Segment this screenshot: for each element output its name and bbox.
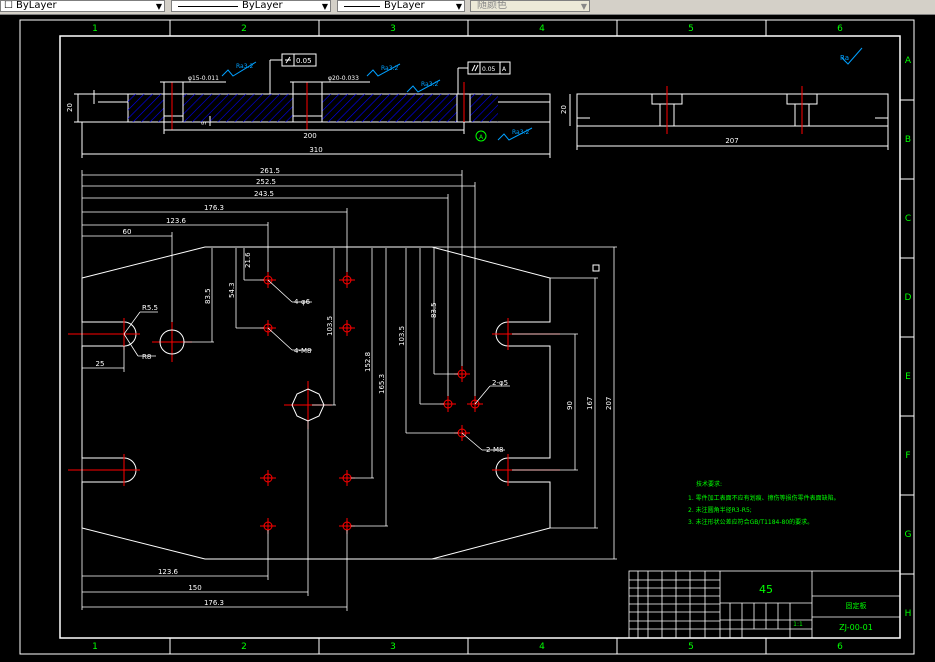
col-label-top: 5 bbox=[688, 24, 694, 34]
row-label: A bbox=[905, 56, 912, 66]
dim-261-5: 261.5 bbox=[260, 167, 280, 175]
layer-combo-value: ByLayer bbox=[16, 0, 57, 11]
dim-165-3: 165.3 bbox=[378, 374, 386, 394]
roughness-label: Ra3.2 bbox=[512, 129, 529, 136]
dim-152-8: 152.8 bbox=[364, 352, 372, 372]
hole-callout-left: φ15-0.011 bbox=[188, 75, 219, 82]
material-label: 45 bbox=[759, 583, 773, 596]
chevron-down-icon[interactable]: ▼ bbox=[456, 1, 462, 11]
holes-4-phi6: 4-φ6 bbox=[294, 298, 311, 306]
side-thickness-dim: 20 bbox=[560, 105, 568, 114]
dim-150: 150 bbox=[188, 584, 201, 592]
col-label-bottom: 5 bbox=[688, 642, 694, 652]
lineweight-preview bbox=[344, 6, 380, 7]
general-roughness-symbol: Ra bbox=[840, 47, 863, 65]
dim-21-6: 21.6 bbox=[244, 252, 252, 268]
plotstyle-combo[interactable]: 随颜色 ▼ bbox=[470, 0, 590, 12]
layer-combo[interactable]: ☐ ByLayer ▼ bbox=[0, 0, 165, 12]
roughness-label: Ra3.2 bbox=[236, 63, 253, 70]
row-label: G bbox=[905, 530, 912, 540]
lineweight-combo-value: ByLayer bbox=[384, 0, 425, 11]
plotstyle-combo-value: 随颜色 bbox=[477, 0, 507, 11]
col-label-bottom: 6 bbox=[837, 642, 843, 652]
dim-103-5-mid: 103.5 bbox=[326, 316, 334, 336]
hole-callout-right: φ20-0.033 bbox=[328, 75, 359, 82]
dim-310: 310 bbox=[309, 146, 322, 154]
roughness-label: Ra3.2 bbox=[381, 65, 398, 72]
row-label: H bbox=[905, 609, 912, 619]
drawing-canvas[interactable]: 1 2 3 4 5 6 1 2 3 4 5 6 A B C D E F G H … bbox=[0, 14, 935, 662]
dim-176-3-bot: 176.3 bbox=[204, 599, 224, 607]
linetype-combo-value: ByLayer bbox=[242, 0, 283, 11]
radius-5-5: R5.5 bbox=[142, 304, 158, 312]
col-label-bottom: 1 bbox=[92, 642, 98, 652]
properties-toolbar: ☐ ByLayer ▼ ByLayer ▼ ByLayer ▼ 随颜色 ▼ bbox=[0, 0, 935, 15]
col-label-top: 6 bbox=[837, 24, 843, 34]
linetype-combo[interactable]: ByLayer ▼ bbox=[171, 0, 331, 12]
tech-notes-title: 技术要求: bbox=[696, 480, 722, 488]
small-dim: 5 bbox=[201, 121, 208, 125]
title-block-text: 45 固定板 ZJ-00-01 1:1 bbox=[759, 583, 873, 632]
col-label-top: 3 bbox=[390, 24, 396, 34]
dim-176-3: 176.3 bbox=[204, 204, 224, 212]
svg-text:Ra: Ra bbox=[840, 54, 849, 62]
col-label-top: 2 bbox=[241, 24, 247, 34]
dim-252-5: 252.5 bbox=[256, 178, 276, 186]
dim-200: 200 bbox=[303, 132, 316, 140]
tech-note-item: 3. 未注形状公差应符合GB/T1184-80的要求。 bbox=[688, 518, 813, 526]
drawing-number: ZJ-00-01 bbox=[839, 623, 873, 632]
plan-view bbox=[81, 246, 600, 560]
technical-notes: 技术要求: 1. 零件加工表面不应有划痕、擦伤等损伤零件表面缺陷。 2. 未注圆… bbox=[688, 480, 840, 526]
holes-2-m8: 2-M8 bbox=[486, 446, 503, 454]
row-label: F bbox=[905, 451, 910, 461]
dim-123-6-bot: 123.6 bbox=[158, 568, 179, 576]
dim-83-5-right: 83.5 bbox=[430, 302, 438, 318]
col-label-bottom: 3 bbox=[390, 642, 396, 652]
row-label: B bbox=[905, 135, 911, 145]
col-label-top: 1 bbox=[92, 24, 98, 34]
col-label-bottom: 2 bbox=[241, 642, 247, 652]
parallelism-datum: A bbox=[502, 66, 507, 73]
section-view: Ra3.2 Ra3.2 Ra3.2 Ra3.2 0.05 0.05 A φ15-… bbox=[66, 53, 551, 158]
row-label: D bbox=[905, 293, 912, 303]
lineweight-combo[interactable]: ByLayer ▼ bbox=[337, 0, 465, 12]
radius-8: R8 bbox=[142, 353, 151, 361]
dim-103-5-right: 103.5 bbox=[398, 326, 406, 346]
scale-label: 1:1 bbox=[793, 621, 803, 628]
thickness-dim: 20 bbox=[66, 103, 74, 112]
dim-83-5-left: 83.5 bbox=[204, 288, 212, 304]
chevron-down-icon[interactable]: ▼ bbox=[581, 1, 587, 11]
dim-25: 25 bbox=[96, 360, 105, 368]
row-label: C bbox=[905, 214, 911, 224]
chevron-down-icon[interactable]: ▼ bbox=[322, 1, 328, 11]
side-length-dim: 207 bbox=[725, 137, 738, 145]
holes-4-m8: 4-M8 bbox=[294, 347, 311, 355]
tech-note-item: 2. 未注圆角半径R3-R5; bbox=[688, 506, 752, 514]
dim-60: 60 bbox=[123, 228, 132, 236]
layer-color-swatch: ☐ bbox=[4, 0, 13, 11]
dim-207: 207 bbox=[605, 397, 613, 410]
dim-243-5: 243.5 bbox=[254, 190, 274, 198]
row-label: E bbox=[905, 372, 911, 382]
dim-167: 167 bbox=[586, 397, 594, 410]
parallelism-value: 0.05 bbox=[482, 66, 496, 73]
roughness-label: Ra3.2 bbox=[421, 81, 438, 88]
plan-dimension-text: 261.5 252.5 243.5 176.3 123.6 60 21.6 54… bbox=[96, 167, 613, 607]
flatness-value: 0.05 bbox=[296, 57, 312, 65]
dim-123-6-top: 123.6 bbox=[166, 217, 187, 225]
col-label-bottom: 4 bbox=[539, 642, 545, 652]
part-name: 固定板 bbox=[846, 601, 867, 610]
holes-2-phi5: 2-φ5 bbox=[492, 379, 508, 387]
dim-54-3: 54.3 bbox=[228, 282, 236, 298]
chevron-down-icon[interactable]: ▼ bbox=[156, 1, 162, 11]
col-label-top: 4 bbox=[539, 24, 545, 34]
plan-dimension-lines bbox=[81, 170, 617, 611]
dim-90: 90 bbox=[566, 401, 574, 410]
linetype-preview bbox=[178, 6, 238, 7]
tech-note-item: 1. 零件加工表面不应有划痕、擦伤等损伤零件表面缺陷。 bbox=[688, 494, 840, 502]
